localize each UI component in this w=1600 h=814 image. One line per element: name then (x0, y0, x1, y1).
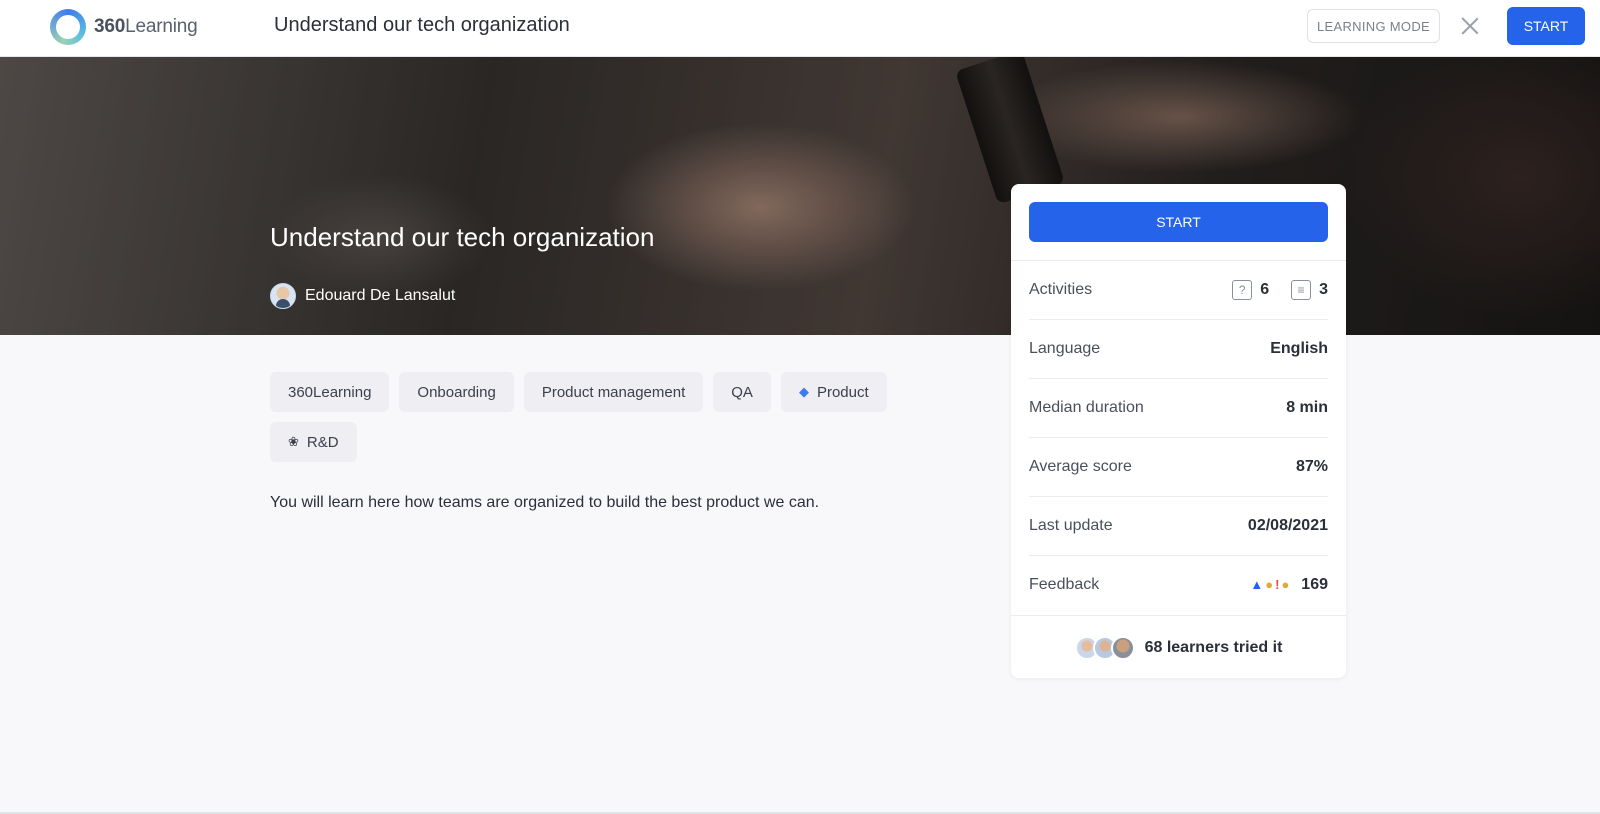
start-button[interactable]: START (1029, 202, 1328, 242)
logo-text: 360Learning (94, 16, 198, 37)
tag-qa[interactable]: QA (713, 372, 771, 412)
activities-row: Activities ? 6 ≡ 3 (1029, 260, 1328, 319)
surprised-face-icon: ● (1265, 577, 1274, 592)
score-label: Average score (1029, 457, 1132, 475)
author-avatar (270, 283, 296, 309)
activities-counts: ? 6 ≡ 3 (1232, 279, 1328, 300)
tag-list: 360Learning Onboarding Product managemen… (270, 372, 910, 462)
score-value: 87% (1295, 457, 1328, 475)
divider (1011, 615, 1346, 616)
thinking-face-icon: ● (1281, 577, 1290, 592)
avatar (1110, 636, 1135, 660)
tag-360learning[interactable]: 360Learning (270, 372, 390, 412)
feedback-summary: ▲ ● ! ● 169 (1250, 576, 1328, 594)
start-button-header[interactable]: START (1507, 7, 1585, 45)
course-description: You will learn here how teams are organi… (270, 494, 820, 511)
score-row: Average score 87% (1029, 437, 1328, 496)
top-bar: 360Learning Understand our tech organiza… (0, 0, 1600, 57)
course-info-card: START Activities ? 6 ≡ 3 Language Englis… (1011, 184, 1346, 678)
update-value: 02/08/2021 (1247, 516, 1328, 534)
page-title: Understand our tech organization (274, 14, 570, 36)
hero-image-detail (955, 57, 1065, 205)
brain-icon: ❀ (288, 434, 299, 449)
language-value: English (1270, 339, 1328, 357)
author-name: Edouard De Lansalut (305, 287, 456, 304)
tag-onboarding[interactable]: Onboarding (399, 372, 514, 412)
course-title: Understand our tech organization (270, 222, 655, 252)
learner-avatars (1074, 636, 1135, 660)
logo-ring-icon (50, 9, 86, 45)
close-icon[interactable] (1458, 14, 1482, 38)
document-icon: ≡ (1291, 279, 1312, 300)
duration-value: 8 min (1286, 398, 1328, 416)
learners-summary[interactable]: 68 learners tried it (1011, 618, 1346, 678)
documents-count: 3 (1319, 280, 1328, 298)
learning-mode-button[interactable]: LEARNING MODE (1307, 9, 1440, 43)
logo[interactable]: 360Learning (50, 9, 198, 45)
update-label: Last update (1029, 516, 1113, 534)
hero-banner: Understand our tech organization Edouard… (0, 57, 1600, 335)
duration-label: Median duration (1029, 398, 1144, 416)
language-row: Language English (1029, 319, 1328, 378)
learners-count-text: 68 learners tried it (1144, 639, 1283, 656)
tag-rnd[interactable]: ❀ R&D (270, 422, 357, 462)
gem-icon: ◆ (798, 384, 809, 399)
language-label: Language (1029, 339, 1101, 357)
feedback-count: 169 (1301, 575, 1328, 593)
tag-product[interactable]: ◆ Product (780, 372, 887, 412)
question-icon: ? (1232, 279, 1253, 300)
tag-product-management[interactable]: Product management (523, 372, 704, 412)
update-row: Last update 02/08/2021 (1029, 496, 1328, 555)
thumbs-up-icon: ▲ (1250, 577, 1264, 592)
feedback-row[interactable]: Feedback ▲ ● ! ● 169 (1029, 555, 1328, 614)
duration-row: Median duration 8 min (1029, 378, 1328, 437)
feedback-label: Feedback (1029, 575, 1100, 593)
activities-label: Activities (1029, 280, 1093, 298)
questions-count: 6 (1260, 280, 1270, 298)
exclamation-icon: ! (1275, 577, 1280, 592)
author[interactable]: Edouard De Lansalut (270, 283, 455, 309)
